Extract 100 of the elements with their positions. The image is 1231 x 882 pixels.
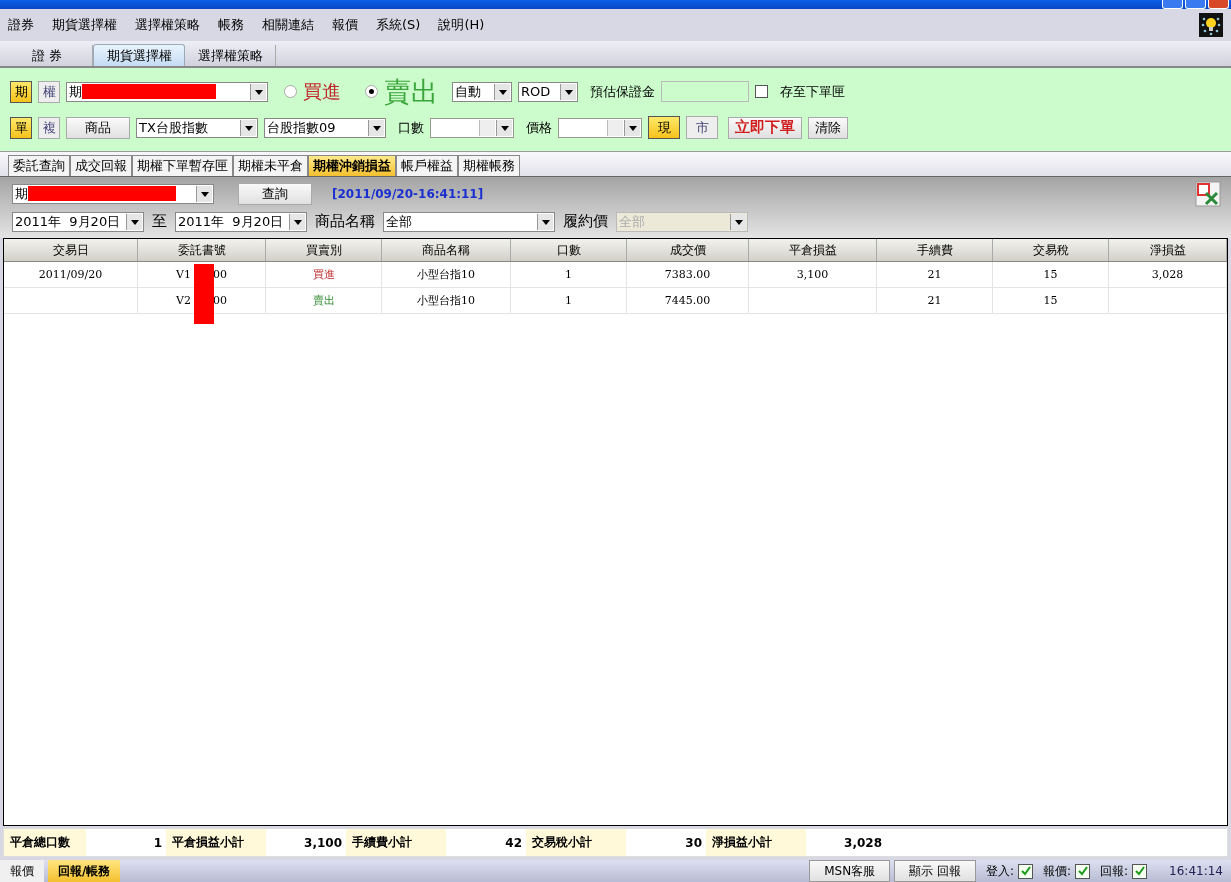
table-cell: 7383.00 — [664, 268, 711, 281]
column-header[interactable]: 交易日 — [4, 239, 138, 261]
table-cell: 21 — [927, 268, 942, 281]
radio-button[interactable] — [365, 85, 378, 98]
field-label: 口數 — [398, 118, 424, 137]
side-label: 賣出 — [384, 74, 438, 109]
price-field[interactable] — [558, 117, 642, 138]
field-label: 至 — [152, 212, 167, 231]
tab[interactable]: 期權下單暫存匣 — [132, 155, 233, 176]
column-header[interactable]: 手續費 — [877, 239, 993, 261]
account-dropdown[interactable]: 期 — [66, 81, 268, 102]
menu-item[interactable]: 選擇權策略 — [135, 16, 200, 34]
summary-label: 手續費小計 — [346, 829, 446, 856]
column-header[interactable]: 商品名稱 — [382, 239, 511, 261]
status-time: 16:41:14 — [1169, 864, 1223, 878]
table-cell: 15 — [1043, 294, 1058, 307]
checkbox-label: 存至下單匣 — [780, 82, 845, 101]
radio-button[interactable] — [284, 85, 297, 98]
table-cell: 小型台指10 — [417, 293, 475, 308]
field-label: 預估保證金 — [590, 82, 655, 101]
tab[interactable]: 期權未平倉 — [233, 155, 308, 176]
table-cell: 賣出 — [312, 293, 335, 308]
menu-item[interactable]: 系統(S) — [376, 16, 421, 34]
table-cell: 小型台指10 — [417, 267, 475, 282]
table-cell: 1 — [565, 294, 572, 307]
product-name-dropdown[interactable]: 全部 — [383, 211, 555, 232]
field-label: 履約價 — [563, 212, 608, 231]
product-button[interactable]: 商品 — [66, 116, 130, 139]
quantity-field[interactable] — [430, 117, 514, 138]
tab[interactable]: 帳戶權益 — [396, 155, 458, 176]
summary-label: 平倉總口數 — [4, 829, 86, 856]
column-header[interactable]: 平倉損益 — [749, 239, 877, 261]
summary-label: 平倉損益小計 — [166, 829, 266, 856]
clear-button[interactable]: 清除 — [808, 116, 848, 139]
menu-item[interactable]: 報價 — [332, 16, 358, 34]
toggle-button[interactable]: 期 — [10, 80, 32, 103]
table-cell: 買進 — [312, 267, 335, 282]
side-label: 買進 — [303, 78, 341, 104]
status-label: 回報: — [1100, 862, 1129, 880]
tab[interactable]: 期權沖銷損益 — [308, 155, 396, 176]
toggle-button[interactable]: 單 — [10, 116, 32, 139]
table-cell: 7445.00 — [664, 294, 711, 307]
minimize-button[interactable] — [1162, 0, 1183, 9]
checkbox[interactable] — [755, 85, 768, 98]
menu-item[interactable]: 相關連結 — [262, 16, 314, 34]
price-type-button[interactable]: 市 — [686, 116, 718, 139]
summary-value: 1 — [152, 834, 163, 852]
field-label: 價格 — [526, 118, 552, 137]
summary-value: 42 — [504, 834, 523, 852]
submit-order-button[interactable]: 立即下單 — [728, 116, 802, 139]
summary-label: 交易稅小計 — [526, 829, 626, 856]
close-button[interactable] — [1208, 0, 1229, 9]
tab[interactable]: 委託查詢 — [8, 155, 70, 176]
table-cell: 3,100 — [796, 268, 829, 281]
tab[interactable]: 期貨選擇權 — [93, 44, 185, 66]
spreadsheet-export-icon[interactable] — [1195, 180, 1221, 207]
tab[interactable]: 成交回報 — [70, 155, 132, 176]
tab[interactable]: 選擇權策略 — [185, 45, 276, 66]
date-to-dropdown[interactable]: 2011年 9月20日 — [175, 211, 307, 232]
toggle-button[interactable]: 複 — [38, 116, 60, 139]
column-header[interactable]: 委託書號 — [138, 239, 266, 261]
tab[interactable]: 回報/帳務 — [48, 860, 121, 882]
table-cell: V2 00 — [176, 294, 227, 307]
status-button[interactable]: 顯示 回報 — [894, 860, 976, 882]
price-type-button[interactable]: 現 — [648, 116, 680, 139]
menu-item[interactable]: 證券 — [8, 16, 34, 34]
column-header[interactable]: 淨損益 — [1109, 239, 1227, 261]
tab[interactable]: 報價 — [0, 860, 44, 882]
query-button[interactable]: 查詢 — [238, 182, 312, 205]
table-cell: 3,028 — [1151, 268, 1184, 281]
menu-item[interactable]: 期貨選擇權 — [52, 16, 117, 34]
summary-value: 30 — [684, 834, 703, 852]
column-header[interactable]: 成交價 — [627, 239, 749, 261]
product-dropdown[interactable]: TX台股指數 — [136, 117, 258, 138]
table-cell: 15 — [1043, 268, 1058, 281]
month-dropdown[interactable]: 台股指數09 — [264, 117, 386, 138]
summary-value: 3,028 — [843, 834, 883, 852]
timestamp: [2011/09/20-16:41:11] — [332, 186, 484, 201]
table-cell: 1 — [565, 268, 572, 281]
status-label: 報價: — [1043, 862, 1072, 880]
table-cell: 21 — [927, 294, 942, 307]
summary-value: 3,100 — [303, 834, 343, 852]
column-header[interactable]: 口數 — [511, 239, 627, 261]
date-from-dropdown[interactable]: 2011年 9月20日 — [12, 211, 144, 232]
column-header[interactable]: 買賣別 — [266, 239, 382, 261]
table-cell: V1 00 — [176, 268, 227, 281]
toggle-button[interactable]: 權 — [38, 80, 60, 103]
field-label: 商品名稱 — [315, 212, 375, 231]
column-header[interactable]: 交易稅 — [993, 239, 1109, 261]
summary-label: 淨損益小計 — [706, 829, 806, 856]
menu-item[interactable]: 帳務 — [218, 16, 244, 34]
lightbulb-icon[interactable] — [1199, 13, 1223, 37]
tab[interactable]: 期權帳務 — [458, 155, 520, 176]
menu-item[interactable]: 說明(H) — [438, 16, 485, 34]
status-button[interactable]: MSN客服 — [809, 860, 891, 882]
maximize-button[interactable] — [1185, 0, 1206, 9]
time-in-force-dropdown[interactable]: ROD — [518, 81, 578, 102]
table-cell: 2011/09/20 — [38, 268, 103, 281]
account-dropdown[interactable]: 期 — [12, 183, 214, 204]
condition-dropdown[interactable]: 自動 — [452, 81, 512, 102]
